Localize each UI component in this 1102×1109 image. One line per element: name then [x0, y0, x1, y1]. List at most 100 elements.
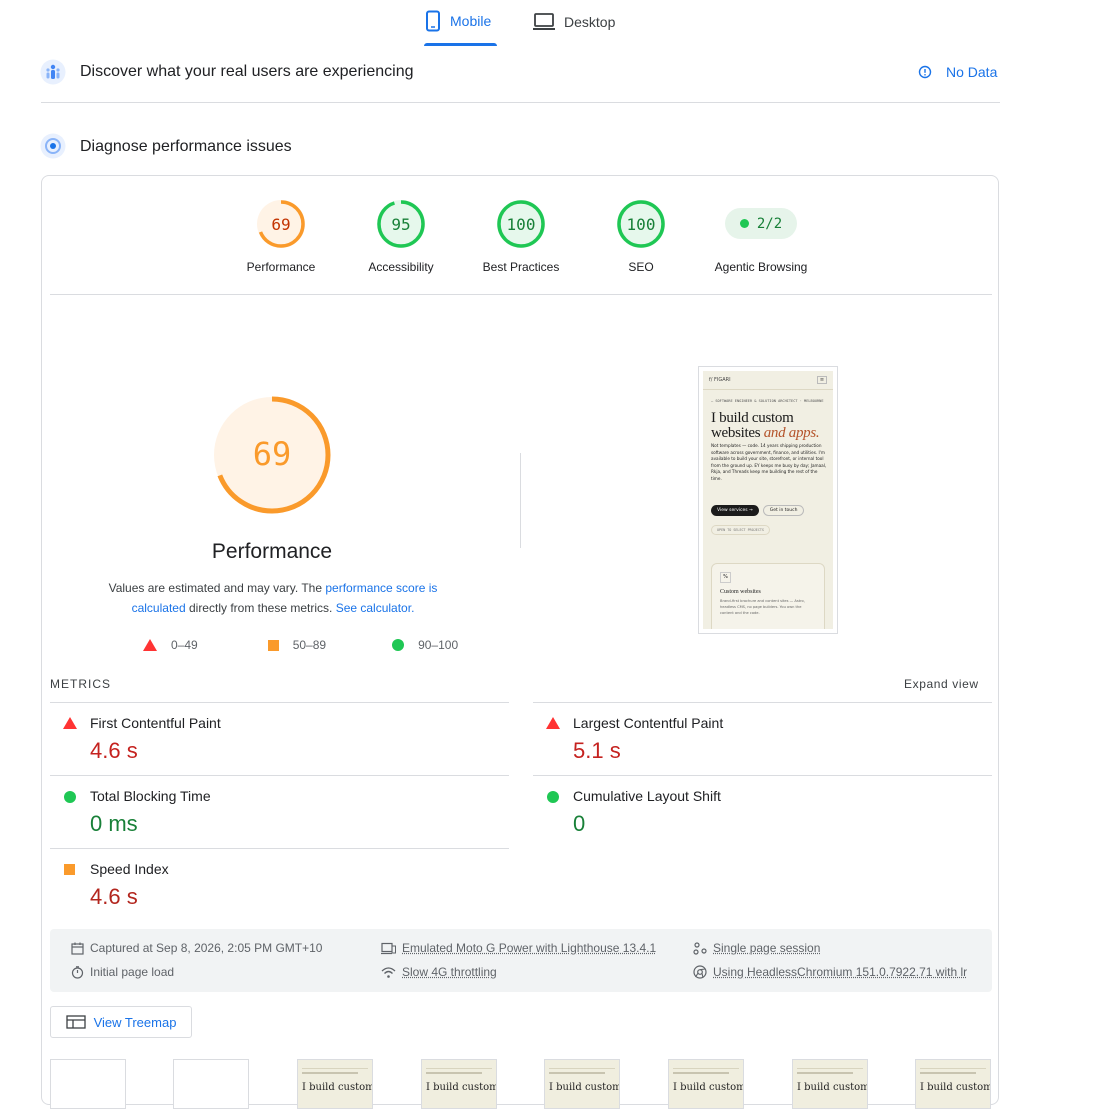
headline-line-1: I build custom [711, 411, 833, 426]
frame-headline: I build custom [920, 1082, 990, 1093]
metric-lcp-name: Largest Contentful Paint [573, 715, 723, 731]
frame-headline: I build custom [426, 1082, 496, 1093]
filmstrip-frame[interactable]: I build custom [792, 1059, 868, 1109]
best-practices-gauge[interactable]: 100 [495, 198, 547, 250]
headline-line-2-text: websites [711, 425, 764, 441]
score-legend: 0–49 50–89 90–100 [143, 638, 458, 652]
emulated-device-text: Emulated Moto G Power with Lighthouse 13… [402, 941, 656, 955]
headline-accent: and apps. [764, 425, 820, 441]
browser-version-text: Using HeadlessChromium 151.0.7922.71 wit… [713, 965, 967, 979]
field-data-title: Discover what your real users are experi… [80, 63, 413, 81]
code-icon: % [720, 572, 731, 583]
users-icon [40, 59, 66, 85]
metric-lcp-value: 5.1 s [573, 738, 621, 764]
performance-gauge[interactable]: 69 [255, 198, 307, 250]
accessibility-label: Accessibility [341, 260, 461, 274]
agentic-badge[interactable]: 2/2 [725, 208, 797, 239]
metric-tbt-name: Total Blocking Time [90, 788, 211, 804]
view-treemap-button[interactable]: View Treemap [50, 1006, 192, 1038]
disclaimer: Values are estimated and may vary. The p… [90, 578, 456, 618]
filmstrip-frame[interactable]: I build custom [915, 1059, 991, 1109]
frame-kicker [549, 1072, 605, 1074]
seo-label: SEO [581, 260, 701, 274]
tab-desktop-label: Desktop [564, 14, 615, 30]
wifi-icon [381, 966, 396, 979]
initial-page-load: Initial page load [71, 965, 174, 979]
gauges-divider [50, 294, 992, 295]
best-practices-label: Best Practices [461, 260, 581, 274]
frame-nav-bar [920, 1063, 986, 1069]
best-practices-score: 100 [507, 215, 536, 234]
fail-triangle-icon [143, 639, 157, 651]
see-calculator-link[interactable]: See calculator. [336, 601, 415, 615]
tab-mobile[interactable]: Mobile [424, 10, 491, 32]
frame-kicker [797, 1072, 853, 1074]
final-screenshot[interactable]: f/ FIGARI ≡ — SOFTWARE ENGINEER & SOLUTI… [698, 366, 838, 634]
target-icon [40, 133, 66, 159]
metric-fcp-value: 4.6 s [90, 738, 138, 764]
tab-desktop[interactable]: Desktop [532, 12, 615, 32]
frame-headline: I build custom [549, 1082, 619, 1093]
screenshot-kicker: — SOFTWARE ENGINEER & SOLUTION ARCHITECT… [711, 399, 825, 404]
no-data-label: No Data [946, 64, 997, 80]
session-nodes-icon [693, 942, 707, 955]
average-square-icon [64, 864, 75, 875]
disclaimer-text-1: Values are estimated and may vary. The [109, 581, 326, 595]
agentic-score: 2/2 [757, 216, 782, 232]
filmstrip-frame[interactable] [173, 1059, 249, 1109]
emulated-device[interactable]: Emulated Moto G Power with Lighthouse 13… [381, 941, 656, 955]
metric-tbt-value: 0 ms [90, 811, 138, 837]
captured-at: Captured at Sep 8, 2026, 2:05 PM GMT+10 [71, 941, 322, 955]
metric-cls-value: 0 [573, 811, 585, 837]
screenshot-pill: OPEN TO SELECT PROJECTS [711, 525, 770, 535]
screenshot-card-body: Brand-first brochure and content sites —… [720, 598, 816, 616]
seo-score: 100 [627, 215, 656, 234]
performance-label: Performance [221, 260, 341, 274]
screenshot-card-title: Custom websites [720, 589, 824, 595]
active-tab-indicator [424, 43, 497, 46]
filmstrip-frame[interactable]: I build custom [297, 1059, 373, 1109]
view-treemap-label: View Treemap [94, 1015, 177, 1030]
performance-score-large: 69 [253, 435, 292, 473]
frame-nav-bar [797, 1063, 863, 1069]
performance-gauge-large: 69 [210, 393, 334, 517]
calendar-icon [71, 942, 84, 955]
frame-nav-bar [549, 1063, 615, 1069]
network-throttling[interactable]: Slow 4G throttling [381, 965, 497, 979]
browser-version[interactable]: Using HeadlessChromium 151.0.7922.71 wit… [693, 965, 975, 979]
expand-view-toggle[interactable]: Expand view [904, 677, 979, 691]
metric-divider [50, 702, 509, 703]
vertical-separator [520, 453, 521, 548]
pass-circle-icon [392, 639, 404, 651]
screenshot-page: f/ FIGARI ≡ — SOFTWARE ENGINEER & SOLUTI… [703, 371, 833, 629]
screenshot-brand: f/ FIGARI [709, 377, 731, 383]
frame-kicker [302, 1072, 358, 1074]
seo-gauge[interactable]: 100 [615, 198, 667, 250]
captured-at-text: Captured at Sep 8, 2026, 2:05 PM GMT+10 [90, 941, 322, 955]
agentic-label: Agentic Browsing [701, 260, 821, 274]
metric-divider [50, 848, 509, 849]
lab-data-title: Diagnose performance issues [80, 138, 292, 156]
devices-icon [381, 942, 396, 955]
metric-fcp-name: First Contentful Paint [90, 715, 221, 731]
accessibility-gauge[interactable]: 95 [375, 198, 427, 250]
filmstrip-frame[interactable]: I build custom [668, 1059, 744, 1109]
frame-kicker [920, 1072, 976, 1074]
pass-circle-icon [547, 791, 559, 803]
field-data-status[interactable]: No Data [918, 64, 997, 80]
single-page-session[interactable]: Single page session [693, 941, 820, 955]
filmstrip-frame[interactable] [50, 1059, 126, 1109]
runtime-settings [50, 929, 992, 992]
frame-headline: I build custom [673, 1082, 743, 1093]
tab-mobile-label: Mobile [450, 13, 491, 29]
filmstrip-frame[interactable]: I build custom [544, 1059, 620, 1109]
frame-headline: I build custom [302, 1082, 372, 1093]
metric-divider [533, 775, 992, 776]
metric-si-value: 4.6 s [90, 884, 138, 910]
frame-headline: I build custom [797, 1082, 867, 1093]
metrics-heading: METRICS [50, 677, 111, 691]
frame-nav-bar [302, 1063, 368, 1069]
single-page-session-text: Single page session [713, 941, 820, 955]
filmstrip-frame[interactable]: I build custom [421, 1059, 497, 1109]
screenshot-get-in-touch-button: Get in touch [763, 505, 805, 516]
